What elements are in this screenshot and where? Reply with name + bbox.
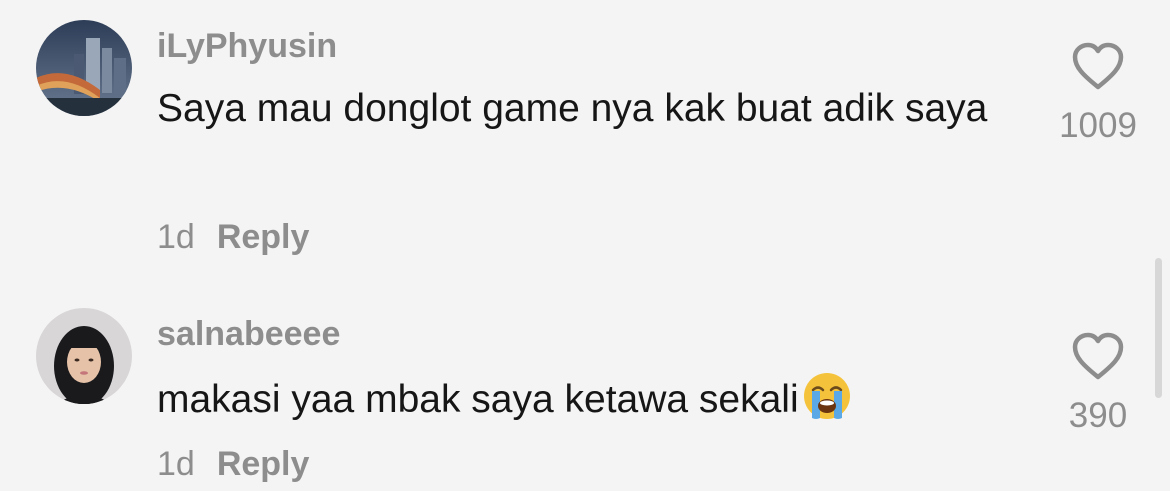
like-count: 390	[1068, 396, 1128, 435]
loudly-crying-face-icon	[803, 373, 850, 419]
like-control: 1009	[1050, 42, 1146, 146]
heart-icon[interactable]	[1071, 42, 1125, 92]
like-control: 390	[1050, 332, 1146, 436]
comment-item: iLyPhyusin Saya mau donglot game nya kak…	[0, 0, 1170, 270]
avatar[interactable]	[36, 308, 132, 404]
comment-username[interactable]: salnabeeee	[157, 314, 340, 354]
comment-text: makasi yaa mbak saya ketawa sekali	[157, 369, 1017, 431]
comment-item: salnabeeee makasi yaa mbak saya ketawa s…	[0, 288, 1170, 491]
comment-meta: 1d Reply	[157, 444, 309, 484]
heart-icon[interactable]	[1071, 332, 1125, 382]
reply-button[interactable]: Reply	[217, 218, 310, 256]
reply-button[interactable]: Reply	[217, 445, 310, 483]
scrollbar[interactable]	[1155, 258, 1162, 398]
avatar[interactable]	[36, 20, 132, 116]
like-count: 1009	[1059, 106, 1137, 145]
comment-text: Saya mau donglot game nya kak buat adik …	[157, 87, 988, 130]
comment-text-body: makasi yaa mbak saya ketawa sekali	[157, 378, 799, 421]
comment-username[interactable]: iLyPhyusin	[157, 26, 337, 66]
comment-meta: 1d Reply	[157, 217, 309, 257]
comment-time: 1d	[157, 218, 195, 256]
comment-time: 1d	[157, 445, 195, 483]
